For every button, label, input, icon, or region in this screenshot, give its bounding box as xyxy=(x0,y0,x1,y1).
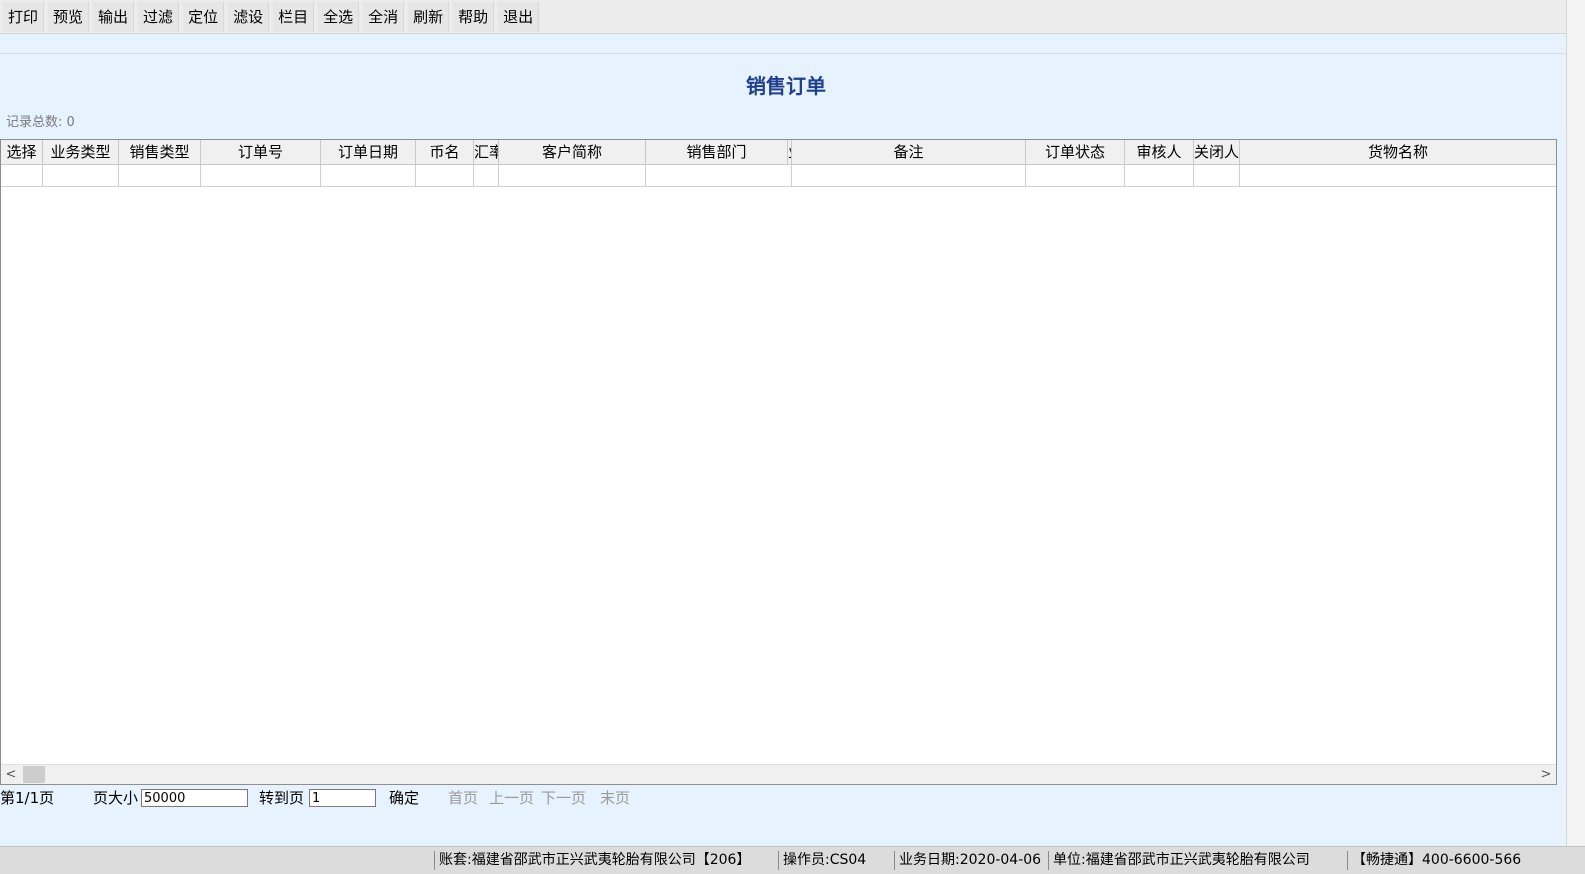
scrollbar-thumb[interactable] xyxy=(23,766,45,783)
grid-cell[interactable] xyxy=(416,165,474,186)
last-page-link[interactable]: 末页 xyxy=(600,787,630,808)
preview-button[interactable]: 预览 xyxy=(48,1,90,32)
page-title: 销售订单 xyxy=(746,74,826,98)
column-header-closer[interactable]: 关闭人 xyxy=(1194,140,1240,164)
confirm-button[interactable]: 确定 xyxy=(389,787,419,808)
status-bar: 账套:福建省邵武市正兴武夷轮胎有限公司【206】 操作员:CS04 业务日期:2… xyxy=(0,846,1585,874)
record-count: 记录总数: 0 xyxy=(6,115,75,130)
column-header-currency[interactable]: 币名 xyxy=(416,140,474,164)
data-grid: 选择 业务类型 销售类型 订单号 订单日期 币名 汇率 客户简称 销售部门 业务… xyxy=(0,139,1557,785)
grid-cell[interactable] xyxy=(1194,165,1240,186)
column-header-customer-abbr[interactable]: 客户简称 xyxy=(499,140,646,164)
filter-button[interactable]: 过滤 xyxy=(138,1,180,32)
scroll-left-icon[interactable]: < xyxy=(1,765,21,784)
grid-cell[interactable] xyxy=(321,165,416,186)
refresh-button[interactable]: 刷新 xyxy=(408,1,450,32)
exit-button[interactable]: 退出 xyxy=(498,1,540,32)
column-header-remark[interactable]: 备注 xyxy=(792,140,1026,164)
table-row[interactable] xyxy=(1,165,1556,187)
page-size-input[interactable] xyxy=(141,789,248,807)
filter-settings-button[interactable]: 滤设 xyxy=(228,1,270,32)
select-all-button[interactable]: 全选 xyxy=(318,1,360,32)
pager: 第1/1页 页大小 转到页 确定 首页 上一页 下一页 末页 xyxy=(0,787,700,809)
toolbar: 打印 预览 输出 过滤 定位 滤设 栏目 全选 全消 刷新 帮助 退出 xyxy=(0,0,1566,34)
column-header-order-number[interactable]: 订单号 xyxy=(201,140,321,164)
deselect-all-button[interactable]: 全消 xyxy=(363,1,405,32)
first-page-link[interactable]: 首页 xyxy=(448,787,478,808)
page-info: 第1/1页 xyxy=(0,789,55,807)
column-header-goods-name[interactable]: 货物名称 xyxy=(1240,140,1556,164)
grid-cell[interactable] xyxy=(474,165,499,186)
grid-cell[interactable] xyxy=(1125,165,1194,186)
print-button[interactable]: 打印 xyxy=(3,1,45,32)
horizontal-scrollbar[interactable]: < > xyxy=(1,764,1556,784)
locate-button[interactable]: 定位 xyxy=(183,1,225,32)
grid-cell[interactable] xyxy=(43,165,119,186)
grid-cell[interactable] xyxy=(1240,165,1556,186)
column-header-select[interactable]: 选择 xyxy=(1,140,43,164)
prev-page-link[interactable]: 上一页 xyxy=(489,787,534,808)
grid-cell[interactable] xyxy=(646,165,792,186)
help-button[interactable]: 帮助 xyxy=(453,1,495,32)
columns-button[interactable]: 栏目 xyxy=(273,1,315,32)
goto-page-input[interactable] xyxy=(309,789,376,807)
window-edge xyxy=(1566,0,1585,846)
scroll-right-icon[interactable]: > xyxy=(1536,765,1556,784)
status-account: 账套:福建省邵武市正兴武夷轮胎有限公司【206】 xyxy=(434,851,777,870)
grid-cell[interactable] xyxy=(499,165,646,186)
status-business-date: 业务日期:2020-04-06 xyxy=(894,851,1047,870)
column-header-sales-dept[interactable]: 销售部门 xyxy=(646,140,788,164)
status-operator: 操作员:CS04 xyxy=(778,851,893,870)
column-header-exchange-rate[interactable]: 汇率 xyxy=(474,140,499,164)
status-hotline: 【畅捷通】400-6600-566 xyxy=(1347,851,1538,870)
next-page-link[interactable]: 下一页 xyxy=(541,787,586,808)
grid-cell[interactable] xyxy=(1,165,43,186)
grid-cell[interactable] xyxy=(201,165,321,186)
column-header-sales-type[interactable]: 销售类型 xyxy=(119,140,201,164)
page-size-label: 页大小 xyxy=(93,789,139,807)
column-header-order-status[interactable]: 订单状态 xyxy=(1026,140,1125,164)
grid-cell[interactable] xyxy=(1026,165,1125,186)
status-unit: 单位:福建省邵武市正兴武夷轮胎有限公司 xyxy=(1048,851,1345,870)
column-header-business-type[interactable]: 业务类型 xyxy=(43,140,119,164)
grid-cell[interactable] xyxy=(792,165,1026,186)
divider xyxy=(0,53,1566,54)
goto-page-label: 转到页 xyxy=(259,789,305,807)
column-header-reviewer[interactable]: 审核人 xyxy=(1125,140,1194,164)
grid-header: 选择 业务类型 销售类型 订单号 订单日期 币名 汇率 客户简称 销售部门 业务… xyxy=(1,140,1556,165)
grid-cell[interactable] xyxy=(119,165,201,186)
export-button[interactable]: 输出 xyxy=(93,1,135,32)
column-header-order-date[interactable]: 订单日期 xyxy=(321,140,416,164)
